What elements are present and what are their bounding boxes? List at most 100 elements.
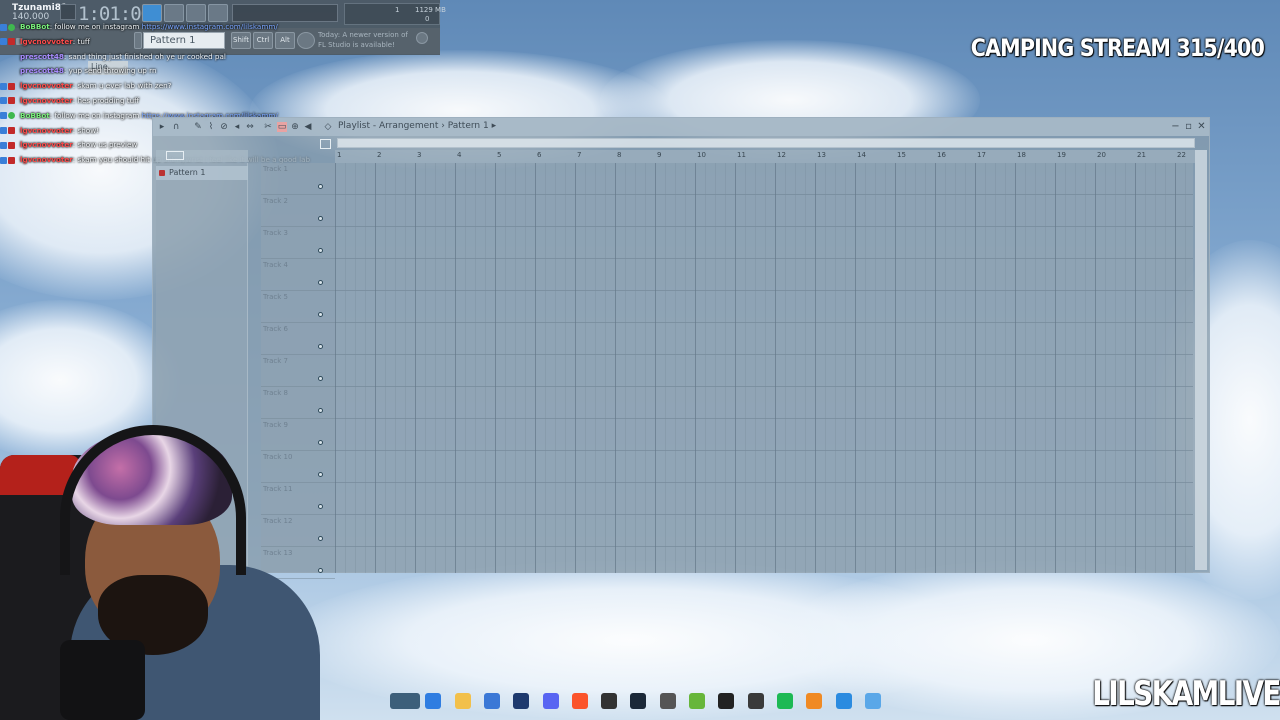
chat-username[interactable]: lgvcnovvoter: [20, 96, 73, 105]
ruler-bar-number: 14: [857, 151, 866, 159]
track-header[interactable]: Track 6: [261, 323, 335, 355]
badge-icon: [8, 112, 15, 120]
chat-username[interactable]: lgvcnovvoter: [20, 37, 73, 46]
chat-username[interactable]: prescott48: [20, 52, 64, 61]
options-icon[interactable]: ◇: [323, 122, 333, 132]
chat-badges: [0, 94, 20, 109]
bluestacks-icon[interactable]: [689, 693, 705, 709]
minimize-icon[interactable]: −: [1170, 121, 1181, 132]
playlist-titlebar[interactable]: ▸ ∩ ✎ ⌇ ⊘ ◂ ⇔ ✂ ▭ ⊕ ◀ ◇ Playlist - Arran…: [153, 118, 1209, 136]
brave-icon[interactable]: [571, 693, 588, 709]
copilot-icon[interactable]: [425, 693, 442, 709]
chat-text: sand thing just finished oh ye ur cooked…: [68, 51, 226, 61]
resource-monitor: 1 1129 MB 0: [344, 3, 446, 25]
delete-icon[interactable]: ⊘: [219, 122, 229, 132]
ruler-bar-number: 11: [737, 151, 746, 159]
track-header[interactable]: Track 5: [261, 291, 335, 323]
badge-icon: [8, 141, 15, 149]
maximize-icon[interactable]: ▫: [1183, 121, 1194, 132]
brush-icon[interactable]: ⌇: [206, 122, 216, 132]
capcut-icon[interactable]: [718, 693, 735, 709]
discord-icon[interactable]: [542, 693, 559, 709]
badge-icon: [8, 127, 15, 135]
chat-text: follow me on instagram: [54, 110, 140, 120]
song-mode-toggle[interactable]: [60, 4, 76, 20]
track-header[interactable]: Track 3: [261, 227, 335, 259]
chat-username[interactable]: BoBBot: [20, 111, 50, 120]
chat-username[interactable]: lgvcnovvoter: [20, 81, 73, 90]
vscode-icon[interactable]: [835, 693, 852, 709]
ruler-bar-number: 21: [1137, 151, 1146, 159]
select-icon[interactable]: ▭: [277, 122, 287, 132]
pencil-icon[interactable]: ✎: [193, 122, 203, 132]
news-close-icon[interactable]: [416, 32, 428, 44]
chat-username[interactable]: lgvcnovvoter: [20, 140, 73, 149]
track-mute-icon[interactable]: [318, 216, 323, 221]
notes-icon[interactable]: [864, 693, 881, 709]
vertical-scrollbar[interactable]: [1195, 150, 1207, 570]
chat-username[interactable]: prescott48: [20, 66, 64, 75]
microphone: [60, 640, 145, 720]
ruler-bar-number: 10: [697, 151, 706, 159]
steam-icon[interactable]: [630, 693, 647, 709]
chat-username[interactable]: lgvcnovvoter: [20, 155, 73, 164]
horizontal-scrollbar[interactable]: [337, 138, 1195, 148]
chat-text: show!: [77, 125, 99, 135]
mute-icon[interactable]: ◂: [232, 122, 242, 132]
photoshop-icon[interactable]: [513, 693, 530, 709]
badge-icon: [0, 127, 7, 135]
chat-message: prescott48: sand thing just finished oh …: [0, 50, 310, 65]
ruler-bar-number: 20: [1097, 151, 1106, 159]
keyboard-icon[interactable]: [320, 139, 331, 149]
track-header[interactable]: Track 1: [261, 163, 335, 195]
track-mute-icon[interactable]: [318, 184, 323, 189]
track-mute-icon[interactable]: [318, 312, 323, 317]
close-icon[interactable]: ✕: [1196, 121, 1207, 132]
magnet-icon[interactable]: ∩: [171, 122, 181, 132]
badge-icon: [8, 156, 15, 164]
zoom-icon[interactable]: ⊕: [290, 122, 300, 132]
badge-icon: [8, 23, 15, 31]
chat-username[interactable]: lgvcnovvoter: [20, 126, 73, 135]
track-header[interactable]: Track 8: [261, 387, 335, 419]
store-icon[interactable]: [483, 693, 500, 709]
title-arrow-icon[interactable]: ▸: [492, 121, 497, 131]
taskbar: [312, 688, 912, 714]
ruler-bar-number: 12: [777, 151, 786, 159]
chat-link[interactable]: https://www.instagram.com/lilskamm/: [142, 22, 278, 31]
track-name: Track 2: [263, 197, 288, 205]
badge-icon: [0, 112, 7, 120]
track-name: Track 5: [263, 293, 288, 301]
timeline-ruler[interactable]: 1 2 3 4 5 6 7 8 9 10 11 12 13 14 15 16 17 18 19 20 21 22: [335, 150, 1195, 163]
windows-icon[interactable]: [390, 693, 420, 709]
terminal-icon[interactable]: [747, 693, 764, 709]
badge-icon: [0, 97, 7, 105]
spotify-icon[interactable]: [776, 693, 793, 709]
track-name: Track 1: [263, 165, 288, 173]
track-mute-icon[interactable]: [318, 408, 323, 413]
chat-username[interactable]: BoBBot: [20, 22, 50, 31]
slice-icon[interactable]: ✂: [263, 122, 273, 132]
chat-message: lgvcnovvoter: hes prodding tuff: [0, 94, 310, 109]
track-mute-icon[interactable]: [318, 344, 323, 349]
obs-icon[interactable]: [601, 693, 618, 709]
news-panel[interactable]: Today: A newer version of FL Studio is a…: [318, 30, 430, 52]
badge-icon: [0, 156, 7, 164]
track-mute-icon[interactable]: [318, 280, 323, 285]
track-mute-icon[interactable]: [318, 248, 323, 253]
track-name: Track 7: [263, 357, 288, 365]
playback-icon[interactable]: ◀: [303, 122, 313, 132]
track-header[interactable]: Track 7: [261, 355, 335, 387]
slip-icon[interactable]: ⇔: [245, 122, 255, 132]
picker-keyboard-icon[interactable]: [166, 151, 184, 160]
track-header[interactable]: Track 2: [261, 195, 335, 227]
arrangement-grid[interactable]: [335, 163, 1193, 573]
notepad-icon[interactable]: [659, 693, 676, 709]
track-mute-icon[interactable]: [318, 376, 323, 381]
memory-value: 1129 MB: [415, 6, 446, 14]
arrow-icon[interactable]: ▸: [157, 122, 167, 132]
fl-studio-icon[interactable]: [806, 693, 823, 709]
track-header[interactable]: Track 4: [261, 259, 335, 291]
folder-icon[interactable]: [454, 693, 471, 709]
picker-pattern-item[interactable]: Pattern 1: [156, 166, 248, 180]
